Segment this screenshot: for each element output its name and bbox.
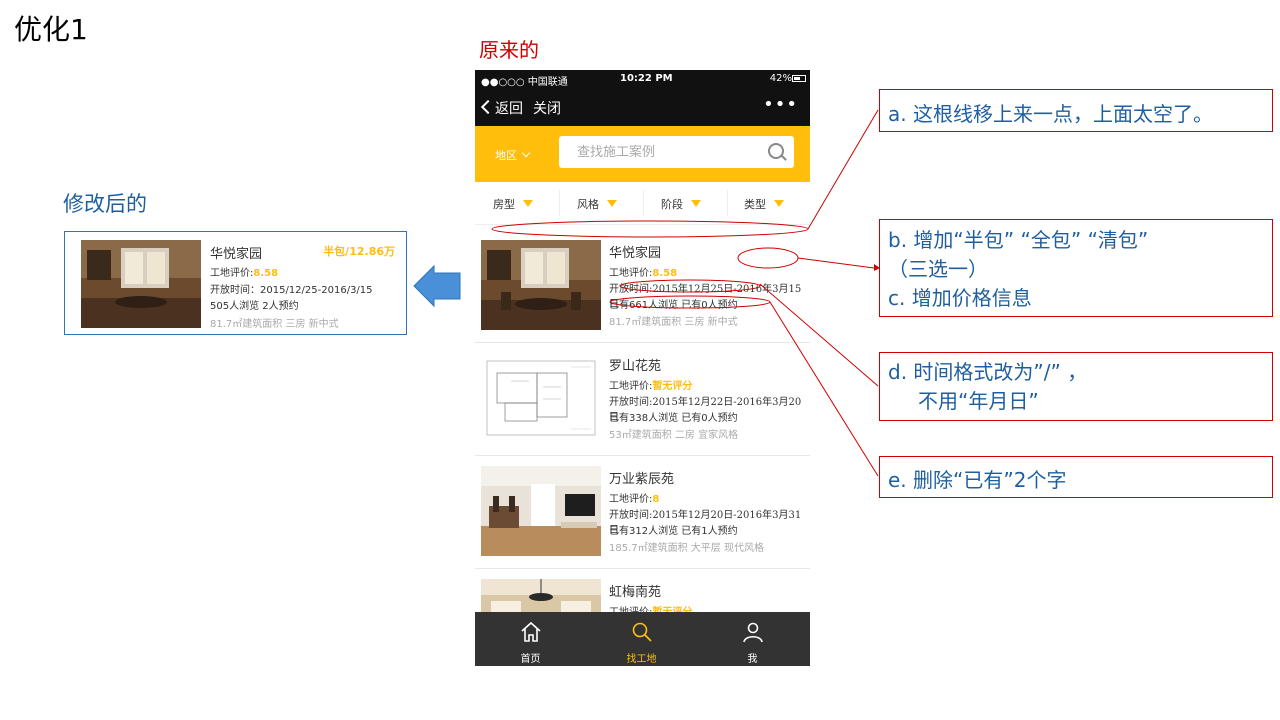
listing-rating: 工地评价:8 [609,490,659,505]
note-text: a. 这根线移上来一点，上面太空了。 [888,102,1213,126]
status-time: 10:22 PM [620,73,673,84]
note-text: d. 时间格式改为”/” ， [888,360,1088,384]
filter-stage[interactable]: 阶段 [661,196,701,212]
tab-label: 我 [747,654,758,665]
rating-label: 工地评价: [609,494,653,505]
filter-bar: 房型 风格 阶段 类型 [475,182,810,225]
bottom-tab-bar: 首页 找工地 我 [475,612,810,666]
divider [643,190,644,216]
home-icon [521,621,541,642]
caret-down-icon [691,200,701,207]
note-b-c: b. 增加“半包” “全包” “清包” （三选一） c. 增加价格信息 [879,219,1273,317]
listing-item[interactable]: 万业紫辰苑 工地评价:8 开放时间:2015年12月20日-2016年3月31日… [475,456,810,569]
status-bar: ●●○○○ 中国联通 10:22 PM 42% [475,70,810,88]
listing-open-time: 开放时间：2015/12/25-2016/3/15 [210,285,373,296]
listing-thumbnail [481,353,601,443]
filter-type[interactable]: 类型 [744,196,784,212]
listing-meta: 81.7㎡建筑面积 三房 新中式 [210,319,339,330]
listing-name: 华悦家园 [210,247,263,262]
note-text: c. 增加价格信息 [888,286,1032,310]
chevron-down-icon [521,148,531,158]
filter-style[interactable]: 风格 [577,196,617,212]
listing-thumbnail [81,240,201,328]
filter-room-type[interactable]: 房型 [493,196,533,212]
note-text: （三选一） [888,257,988,281]
listing-views: 505人浏览 2人预约 [210,301,299,312]
listing-name: 虹梅南苑 [609,585,662,600]
battery-percent: 42% [769,73,792,84]
listing-item[interactable]: 华悦家园 工地评价:8.58 开放时间:2015年12月25日-2016年3月1… [475,230,810,343]
note-text: e. 删除“已有”2个字 [888,468,1067,492]
filter-label: 类型 [744,198,766,211]
listing-meta: 185.7㎡建筑面积 大平层 现代风格 [609,543,764,554]
listing-meta: 81.7㎡建筑面积 三房 新中式 [609,317,738,328]
listing-meta: 53㎡建筑面积 二房 宜家风格 [609,430,739,441]
search-icon [632,622,652,642]
filter-label: 阶段 [661,198,683,211]
rating-value: 8.58 [253,268,279,279]
listing-rating: 工地评价:8.58 [609,264,677,279]
note-text: b. 增加“半包” “全包” “清包” [888,228,1149,252]
rating-value: 8 [652,494,660,505]
listing-rating: 工地评价:8.58 [210,264,278,279]
battery-icon [792,75,806,82]
listing-name: 罗山花苑 [609,359,662,374]
rating-label: 工地评价: [609,381,653,392]
carrier: ●●○○○ 中国联通 [481,77,568,88]
listing-views: 已有661人浏览 已有0人预约 [609,300,738,311]
rating-label: 工地评价: [210,268,254,279]
listing-views: 已有312人浏览 已有1人预约 [609,526,738,537]
note-d: d. 时间格式改为”/” ， 不用“年月日” [879,352,1273,421]
listing-name: 万业紫辰苑 [609,472,675,487]
rating-value: 暂无评分 [652,381,693,392]
tab-me[interactable]: 我 [697,612,808,666]
phone-screenshot: ●●○○○ 中国联通 10:22 PM 42% 返回 关闭 ••• 地区 房型 … [475,70,810,666]
user-icon [743,622,763,643]
note-e: e. 删除“已有”2个字 [879,456,1273,498]
arrow-left-icon [413,264,461,308]
original-label: 原来的 [479,38,539,62]
tab-find-site[interactable]: 找工地 [586,612,697,666]
tab-label: 首页 [520,654,541,665]
listing-views: 已有338人浏览 已有0人预约 [609,413,738,424]
modified-listing-card: 华悦家园 半包/12.86万 工地评价:8.58 开放时间：2015/12/25… [64,231,407,335]
chevron-left-icon [480,99,496,115]
caret-down-icon [774,200,784,207]
connector-line [807,109,879,230]
more-button[interactable]: ••• [763,94,798,115]
rating-label: 工地评价: [609,268,653,279]
back-button[interactable]: 返回 [480,98,523,118]
listing-price: 半包/12.86万 [323,245,395,258]
filter-label: 房型 [493,198,515,211]
divider [559,190,560,216]
rating-value: 8.58 [652,268,678,279]
slide-title: 优化1 [14,13,88,46]
search-input[interactable] [559,136,794,168]
note-text: 不用“年月日” [918,389,1039,413]
tab-home[interactable]: 首页 [475,612,586,666]
listing-item[interactable]: 罗山花苑 工地评价:暂无评分 开放时间:2015年12月22日-2016年3月2… [475,343,810,456]
search-bar: 地区 [475,126,810,182]
nav-bar: 返回 关闭 ••• [475,88,810,126]
tab-label: 找工地 [626,654,657,665]
caret-down-icon [523,200,533,207]
listing-rating: 工地评价:暂无评分 [609,377,692,392]
listing-thumbnail [481,466,601,556]
divider [727,190,728,216]
caret-down-icon [607,200,617,207]
modified-label: 修改后的 [63,192,147,216]
search-icon[interactable] [768,143,784,159]
listing-thumbnail [481,240,601,330]
listing-name: 华悦家园 [609,246,662,261]
back-label: 返回 [495,101,523,117]
close-button[interactable]: 关闭 [533,98,561,118]
region-label: 地区 [495,149,517,162]
note-a: a. 这根线移上来一点，上面太空了。 [879,89,1273,132]
filter-label: 风格 [577,198,599,211]
region-dropdown[interactable]: 地区 [495,147,531,163]
